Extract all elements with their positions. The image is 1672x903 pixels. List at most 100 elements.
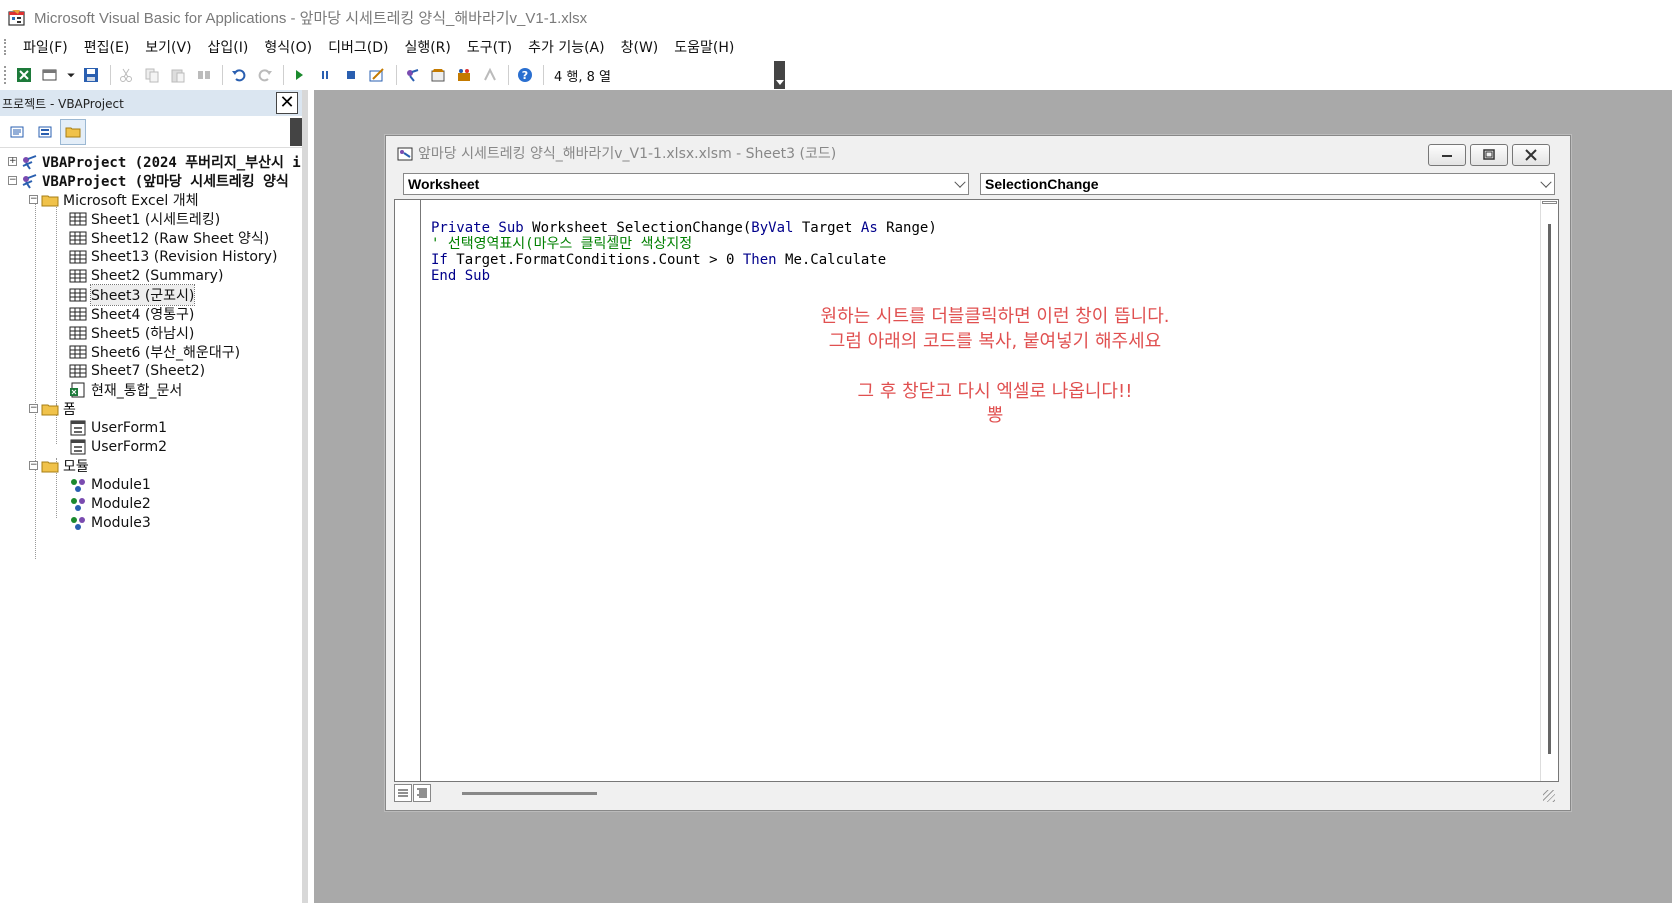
full-module-view-icon[interactable]: [413, 784, 431, 802]
view-code-icon[interactable]: [4, 119, 30, 145]
menu-insert[interactable]: 삽입(I): [200, 37, 257, 57]
insert-module-icon[interactable]: [39, 63, 62, 87]
project-toolbar-options-button[interactable]: [290, 118, 302, 146]
worksheet-icon: [69, 344, 87, 360]
tree-form-label: UserForm2: [91, 438, 168, 455]
tree-form[interactable]: UserForm1: [0, 418, 302, 437]
tree-sheet[interactable]: Sheet6 (부산_해운대구): [0, 342, 302, 361]
code-line: If Target.FormatConditions.Count > 0 The…: [431, 252, 937, 268]
reset-icon[interactable]: [340, 63, 363, 87]
toolbar-grip[interactable]: [4, 66, 7, 84]
horizontal-scrollbar-thumb[interactable]: [462, 791, 597, 795]
tree-sheet-label: Sheet12 (Raw Sheet 양식): [91, 230, 270, 247]
project-explorer-icon[interactable]: [401, 63, 424, 87]
tree-project-2[interactable]: − VBAProject (앞마당 시세트레킹 양식: [0, 171, 302, 190]
tree-sheet[interactable]: Sheet7 (Sheet2): [0, 361, 302, 380]
tree-sheet-selected[interactable]: Sheet3 (군포시): [0, 283, 302, 306]
chevron-down-icon[interactable]: [65, 63, 77, 87]
title-bar: Microsoft Visual Basic for Applications …: [0, 0, 1672, 34]
toolbar-separator: [109, 65, 111, 85]
collapse-icon[interactable]: −: [29, 461, 38, 470]
toggle-folders-icon[interactable]: [60, 118, 86, 145]
code-token: Target.FormatConditions.Count > 0: [447, 252, 743, 268]
paste-icon[interactable]: [166, 63, 189, 87]
redo-icon[interactable]: [253, 63, 276, 87]
menu-tools[interactable]: 도구(T): [459, 37, 520, 57]
design-mode-icon[interactable]: [366, 63, 389, 87]
vba-project-icon: [20, 173, 38, 189]
collapse-icon[interactable]: −: [8, 176, 17, 185]
toolbar-options-button[interactable]: [773, 61, 785, 89]
tree-sheet[interactable]: Sheet1 (시세트레킹): [0, 209, 302, 228]
menu-debug[interactable]: 디버그(D): [320, 37, 396, 57]
collapse-icon[interactable]: −: [29, 195, 38, 204]
userform-icon: [69, 439, 87, 455]
toolbar-separator: [508, 65, 510, 85]
scrollbar-thumb[interactable]: [1548, 224, 1551, 754]
menu-view[interactable]: 보기(V): [137, 37, 199, 57]
tree-sheet[interactable]: Sheet5 (하남시): [0, 323, 302, 342]
find-icon[interactable]: [192, 63, 215, 87]
folder-icon: [41, 192, 59, 208]
tree-module[interactable]: Module2: [0, 494, 302, 513]
tree-form[interactable]: UserForm2: [0, 437, 302, 456]
menu-format[interactable]: 형식(O): [256, 37, 320, 57]
view-object-icon[interactable]: [32, 119, 58, 145]
code-line: ' 선택영역표시(마우스 클릭셀만 색상지정: [431, 236, 937, 252]
save-icon[interactable]: [80, 63, 103, 87]
vertical-scrollbar[interactable]: [1540, 200, 1558, 781]
tree-folder-forms[interactable]: − 폼: [0, 399, 302, 418]
excel-icon[interactable]: [13, 63, 36, 87]
minimize-button[interactable]: [1428, 144, 1466, 166]
copy-icon[interactable]: [141, 63, 164, 87]
menu-bar: 파일(F) 편집(E) 보기(V) 삽입(I) 형식(O) 디버그(D) 실행(…: [0, 34, 1672, 60]
tree-sheet[interactable]: Sheet4 (영통구): [0, 304, 302, 323]
menu-addins[interactable]: 추가 기능(A): [520, 37, 612, 57]
procedure-view-icon[interactable]: [394, 784, 412, 802]
code-editor[interactable]: Private Sub Worksheet_SelectionChange(By…: [394, 199, 1559, 782]
code-text[interactable]: Private Sub Worksheet_SelectionChange(By…: [431, 204, 937, 316]
menu-help[interactable]: 도움말(H): [666, 37, 742, 57]
tree-sheet[interactable]: Sheet2 (Summary): [0, 266, 302, 285]
cut-icon[interactable]: [115, 63, 138, 87]
menu-run[interactable]: 실행(R): [396, 37, 458, 57]
object-browser-icon[interactable]: [452, 63, 475, 87]
close-icon[interactable]: ✕: [276, 92, 298, 114]
tree-project-1[interactable]: + VBAProject (2024 푸버리지_부산시 i: [0, 152, 302, 171]
toolbox-icon[interactable]: [478, 63, 501, 87]
code-margin-indicator-bar[interactable]: [395, 200, 421, 781]
tree-folder-modules[interactable]: − 모듈: [0, 456, 302, 475]
worksheet-icon: [69, 363, 87, 379]
tree-module[interactable]: Module1: [0, 475, 302, 494]
menubar-grip[interactable]: [4, 39, 7, 55]
chevron-down-icon[interactable]: [1540, 176, 1552, 188]
procedure-combo[interactable]: SelectionChange: [980, 173, 1555, 195]
code-window-titlebar[interactable]: 앞마당 시세트레킹 양식_해바라기v_V1-1.xlsx.xlsm - Shee…: [386, 136, 1570, 170]
undo-icon[interactable]: [227, 63, 250, 87]
cursor-position-readout: 4 행, 8 열: [553, 69, 611, 85]
close-button[interactable]: [1512, 144, 1550, 166]
run-icon[interactable]: [288, 63, 311, 87]
menu-window[interactable]: 창(W): [613, 37, 667, 57]
tree-sheet[interactable]: Sheet13 (Revision History): [0, 247, 302, 266]
vba-app-icon: [6, 6, 28, 28]
menu-edit[interactable]: 편집(E): [76, 37, 138, 57]
chevron-down-icon[interactable]: [954, 176, 966, 188]
break-icon[interactable]: [314, 63, 337, 87]
tree-workbook-label: 현재_통합_문서: [91, 382, 183, 399]
svg-text:?: ?: [521, 69, 527, 82]
collapse-icon[interactable]: −: [29, 404, 38, 413]
tree-sheet[interactable]: Sheet12 (Raw Sheet 양식): [0, 228, 302, 247]
tree-folder-excel-objects[interactable]: − Microsoft Excel 개체: [0, 190, 302, 209]
help-icon[interactable]: ?: [513, 63, 536, 87]
module-icon: [69, 477, 87, 493]
resize-grip-icon[interactable]: [1543, 790, 1555, 802]
properties-icon[interactable]: [426, 63, 449, 87]
tree-module[interactable]: Module3: [0, 513, 302, 532]
expand-icon[interactable]: +: [8, 157, 17, 166]
tree-workbook[interactable]: 현재_통합_문서: [0, 380, 302, 399]
object-combo[interactable]: Worksheet: [403, 173, 969, 195]
menu-file[interactable]: 파일(F): [15, 37, 76, 57]
maximize-button[interactable]: [1470, 144, 1508, 166]
split-bar[interactable]: [1542, 201, 1557, 204]
